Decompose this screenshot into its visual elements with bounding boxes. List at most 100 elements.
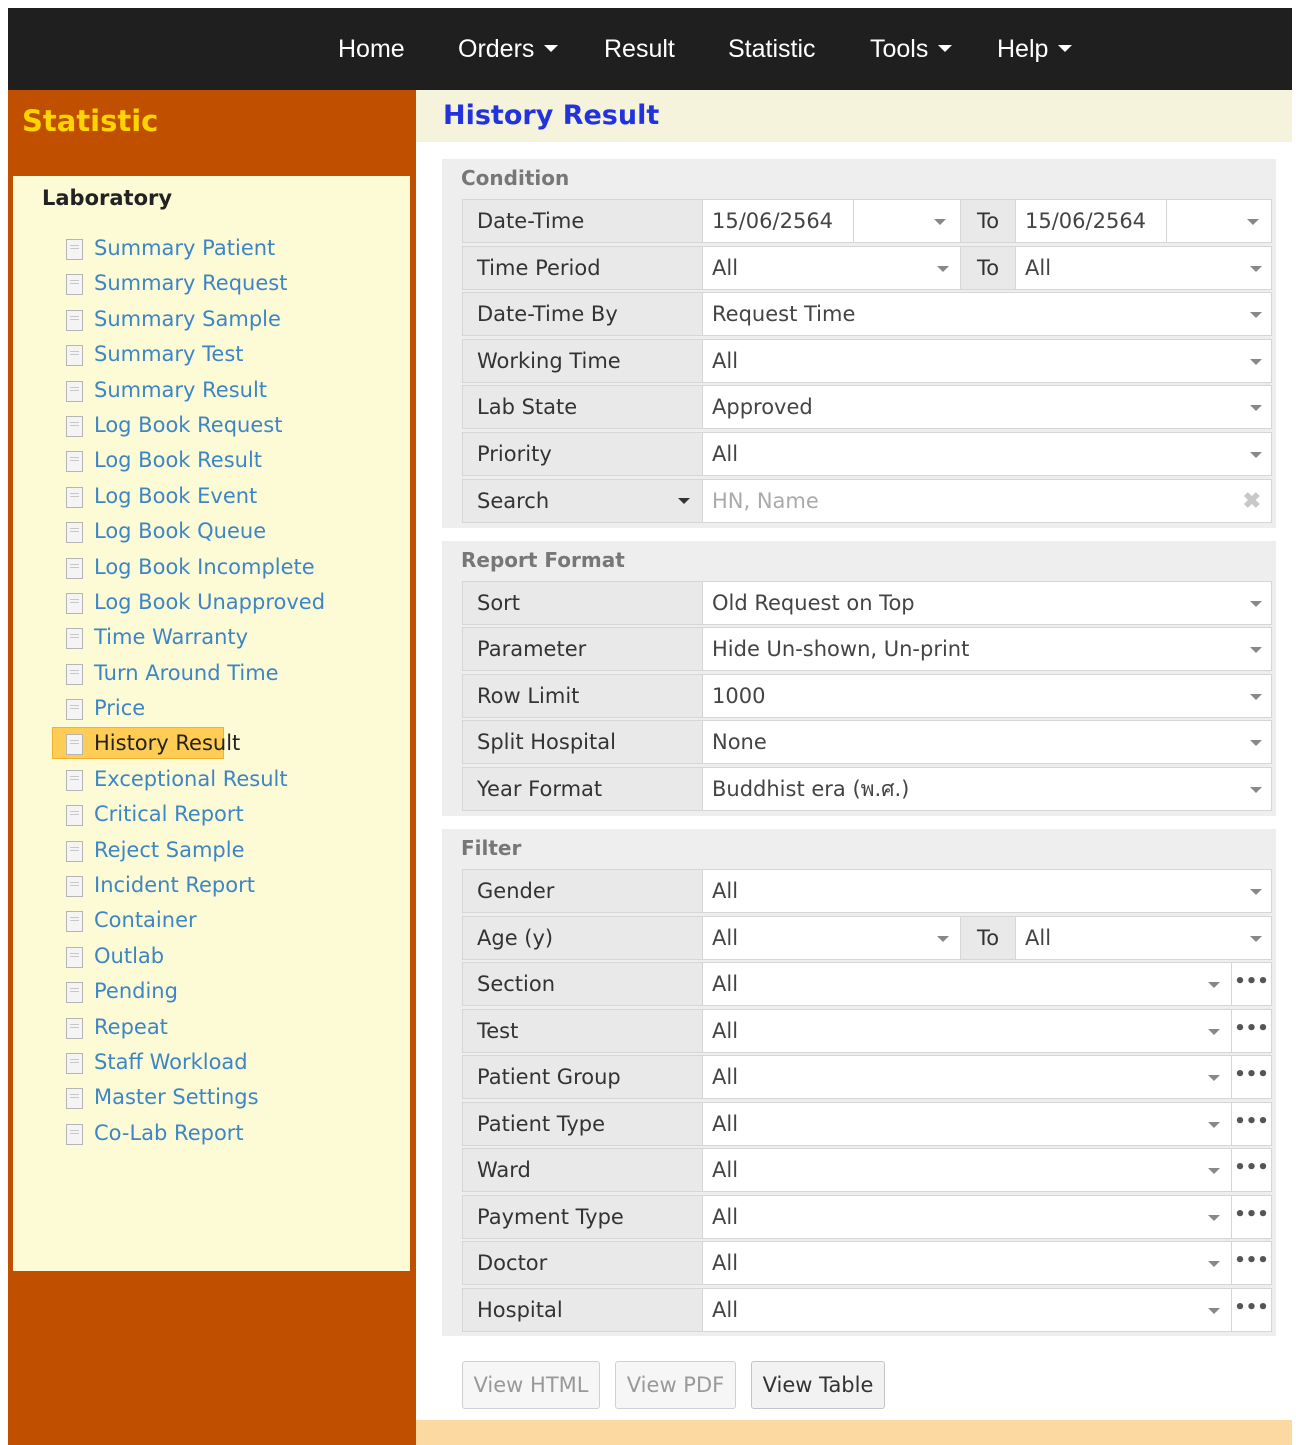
- sidebar-item-summary-result[interactable]: Summary Result: [58, 373, 325, 408]
- sidebar-item-label: Price: [94, 696, 146, 721]
- nav-tools[interactable]: Tools: [870, 8, 953, 90]
- sidebar-item-summary-sample[interactable]: Summary Sample: [58, 302, 325, 337]
- patient-group-select[interactable]: All: [703, 1056, 1231, 1098]
- sidebar-item-time-warranty[interactable]: Time Warranty: [58, 620, 325, 655]
- sidebar-item-log-book-unapproved[interactable]: Log Book Unapproved: [58, 585, 325, 620]
- year-format-label: Year Format: [463, 768, 703, 810]
- test-select[interactable]: All: [703, 1010, 1231, 1052]
- row-limit-select[interactable]: 1000: [703, 675, 1271, 717]
- nav-statistic[interactable]: Statistic: [728, 8, 816, 90]
- more-options-button[interactable]: •••: [1231, 1242, 1271, 1284]
- sidebar-item-staff-workload[interactable]: Staff Workload: [58, 1045, 325, 1080]
- more-options-button[interactable]: •••: [1231, 963, 1271, 1005]
- payment-type-select[interactable]: All: [703, 1196, 1231, 1238]
- sidebar-item-history-result[interactable]: History Result: [52, 726, 325, 761]
- nav-tools-label: Tools: [870, 35, 929, 63]
- more-options-button[interactable]: •••: [1231, 1009, 1271, 1052]
- sidebar-item-reject-sample[interactable]: Reject Sample: [58, 833, 325, 868]
- priority-label: Priority: [463, 433, 703, 475]
- view-table-button[interactable]: View Table: [751, 1361, 885, 1409]
- sidebar-item-summary-patient[interactable]: Summary Patient: [58, 231, 325, 266]
- patient-type-select[interactable]: All: [703, 1103, 1231, 1145]
- sidebar-item-summary-test[interactable]: Summary Test: [58, 337, 325, 372]
- date-time-by-row: Date-Time By Request Time: [462, 292, 1272, 336]
- section-select[interactable]: All: [703, 963, 1231, 1005]
- year-format-row: Year Format Buddhist era (พ.ศ.): [462, 767, 1272, 811]
- dropdown-arrow-icon: [1250, 405, 1262, 411]
- date-to-input[interactable]: 15/06/2564: [1016, 200, 1146, 242]
- sidebar-item-log-book-queue[interactable]: Log Book Queue: [58, 514, 325, 549]
- nav-result[interactable]: Result: [604, 8, 675, 90]
- time-period-to-select[interactable]: All: [1016, 247, 1272, 289]
- sidebar-item-repeat[interactable]: Repeat: [58, 1010, 325, 1045]
- nav-orders[interactable]: Orders: [458, 8, 559, 90]
- sidebar-item-log-book-result[interactable]: Log Book Result: [58, 443, 325, 478]
- time-period-from-select[interactable]: All: [703, 247, 959, 289]
- time-to-select[interactable]: [1167, 200, 1272, 242]
- sort-select[interactable]: Old Request on Top: [703, 582, 1271, 624]
- ward-select[interactable]: All: [703, 1149, 1231, 1191]
- time-from-select[interactable]: [854, 200, 959, 242]
- view-pdf-button[interactable]: View PDF: [615, 1361, 736, 1409]
- sidebar-item-outlab[interactable]: Outlab: [58, 939, 325, 974]
- sidebar-item-label: Summary Request: [94, 271, 288, 296]
- more-options-button[interactable]: •••: [1231, 1195, 1271, 1238]
- sidebar-item-container[interactable]: Container: [58, 903, 325, 938]
- row-limit-label: Row Limit: [463, 675, 703, 717]
- more-options-button[interactable]: •••: [1231, 1102, 1271, 1145]
- priority-select[interactable]: All: [703, 433, 1271, 475]
- parameter-row: Parameter Hide Un-shown, Un-print: [462, 627, 1272, 671]
- sort-row: Sort Old Request on Top: [462, 581, 1272, 625]
- date-from-input[interactable]: 15/06/2564: [703, 200, 833, 242]
- nav-home[interactable]: Home: [338, 8, 405, 90]
- sidebar-item-label: Incident Report: [94, 873, 255, 898]
- sidebar-item-master-settings[interactable]: Master Settings: [58, 1080, 325, 1115]
- more-options-button[interactable]: •••: [1231, 1288, 1271, 1331]
- nav-help[interactable]: Help: [997, 8, 1073, 90]
- hospital-select[interactable]: All: [703, 1289, 1231, 1331]
- hospital-row: Hospital All •••: [462, 1287, 1272, 1332]
- date-time-by-select[interactable]: Request Time: [703, 293, 1271, 335]
- working-time-select[interactable]: All: [703, 340, 1271, 382]
- parameter-select[interactable]: Hide Un-shown, Un-print: [703, 628, 1271, 670]
- age-from-select[interactable]: All: [703, 917, 959, 959]
- sidebar-item-pending[interactable]: Pending: [58, 974, 325, 1009]
- split-hospital-select[interactable]: None: [703, 721, 1271, 763]
- sidebar-item-log-book-event[interactable]: Log Book Event: [58, 479, 325, 514]
- dropdown-arrow-icon: [1250, 452, 1262, 458]
- search-input[interactable]: HN, Name: [703, 480, 819, 522]
- gender-select[interactable]: All: [703, 870, 1271, 912]
- doctor-select[interactable]: All: [703, 1242, 1231, 1284]
- document-icon: [66, 1017, 83, 1039]
- dropdown-arrow-icon: [1250, 312, 1262, 318]
- sidebar-item-label: Log Book Incomplete: [94, 554, 315, 579]
- more-options-button[interactable]: •••: [1231, 1056, 1271, 1098]
- document-icon: [66, 911, 83, 933]
- sidebar-item-exceptional-result[interactable]: Exceptional Result: [58, 762, 325, 797]
- dropdown-arrow-icon: [1208, 1121, 1220, 1128]
- lab-state-label: Lab State: [463, 386, 703, 428]
- sidebar-item-label: Repeat: [94, 1014, 168, 1039]
- sidebar-item-critical-report[interactable]: Critical Report: [58, 797, 325, 832]
- dropdown-arrow-icon: [1250, 359, 1262, 365]
- sidebar-item-log-book-request[interactable]: Log Book Request: [58, 408, 325, 443]
- clear-icon[interactable]: ✖: [1243, 480, 1261, 522]
- sidebar-item-co-lab-report[interactable]: Co-Lab Report: [58, 1116, 325, 1151]
- year-format-select[interactable]: Buddhist era (พ.ศ.): [703, 768, 1271, 810]
- view-html-button[interactable]: View HTML: [462, 1361, 600, 1409]
- main-content: History Result Condition Date-Time 15/06…: [416, 90, 1292, 1445]
- lab-state-select[interactable]: Approved: [703, 386, 1271, 428]
- search-type-select[interactable]: Search: [463, 480, 703, 522]
- dropdown-arrow-icon: [1250, 787, 1262, 793]
- sidebar-item-summary-request[interactable]: Summary Request: [58, 266, 325, 301]
- sidebar-item-price[interactable]: Price: [58, 691, 325, 726]
- age-label: Age (y): [463, 917, 703, 959]
- condition-title: Condition: [461, 166, 570, 190]
- sidebar-item-incident-report[interactable]: Incident Report: [58, 868, 325, 903]
- sidebar-item-log-book-incomplete[interactable]: Log Book Incomplete: [58, 550, 325, 585]
- sidebar-item-turn-around-time[interactable]: Turn Around Time: [58, 656, 325, 691]
- sidebar-item-label: Log Book Request: [94, 412, 283, 437]
- age-to-select[interactable]: All: [1016, 917, 1272, 959]
- filter-title: Filter: [461, 836, 522, 860]
- more-options-button[interactable]: •••: [1231, 1149, 1271, 1191]
